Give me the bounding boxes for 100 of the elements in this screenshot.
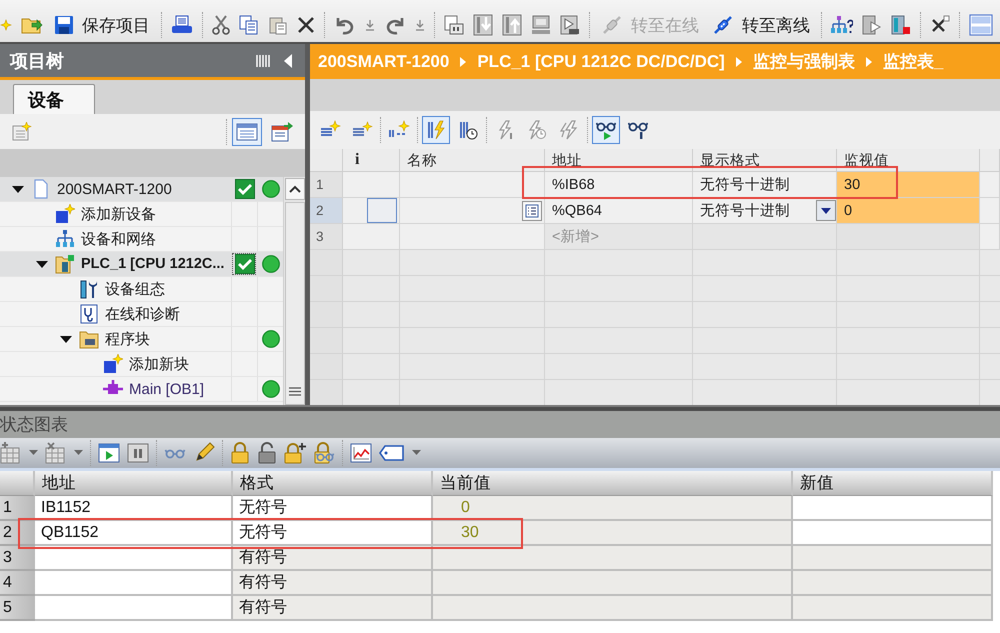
row-number: 1 <box>0 496 35 521</box>
row-number: 3 <box>310 224 343 250</box>
tag-icon[interactable] <box>379 445 405 461</box>
tree-item[interactable]: 添加新块 <box>0 352 283 377</box>
save-project-button[interactable]: 保存项目 <box>52 10 152 40</box>
breadcrumb-arrow-icon <box>736 56 742 66</box>
plug-icon[interactable] <box>712 14 734 36</box>
pause-icon[interactable] <box>127 443 149 463</box>
selection-frame <box>367 198 397 223</box>
tree-item[interactable]: 添加新设备 <box>0 202 283 227</box>
address-cell[interactable] <box>35 596 233 621</box>
columns-icon[interactable] <box>255 52 271 68</box>
tree-item[interactable]: 200SMART-1200 <box>0 177 283 202</box>
format-cell[interactable] <box>693 224 837 250</box>
go-offline-button[interactable]: 转至离线 <box>710 10 812 40</box>
format-cell[interactable]: 无符号十进制 <box>693 198 837 224</box>
tree-item[interactable]: PLC_1 [CPU 1212C... <box>0 252 283 277</box>
panel-title: 状态图表 <box>0 414 68 436</box>
play-icon[interactable] <box>98 443 120 463</box>
new-value-cell[interactable] <box>793 546 993 571</box>
table-row[interactable]: 3 有符号 <box>0 546 993 571</box>
lightning-icon <box>426 120 446 140</box>
tree-item[interactable]: 设备和网络 <box>0 227 283 252</box>
lightning-button[interactable] <box>422 116 450 144</box>
redo-icon[interactable] <box>384 15 406 35</box>
caret-up-icon[interactable] <box>289 185 301 193</box>
new-value-cell[interactable] <box>793 596 993 621</box>
caret-icon[interactable] <box>29 450 38 456</box>
collapse-arrow-icon[interactable] <box>283 52 293 68</box>
scroll-up-button[interactable] <box>285 178 305 200</box>
tab[interactable]: 设备 <box>13 84 95 114</box>
format-cell[interactable]: 无符号 <box>233 521 433 546</box>
table-row[interactable]: 2 QB1152 无符号 30 <box>0 521 993 546</box>
glasses-play-button[interactable] <box>592 116 620 144</box>
panel-stop-icon[interactable] <box>891 15 911 35</box>
dropdown-button[interactable] <box>816 200 836 221</box>
address-cell[interactable] <box>35 571 233 596</box>
table-row[interactable]: 1 %IB68 无符号十进制 30 <box>310 172 1000 198</box>
cut-icon[interactable] <box>212 15 230 35</box>
device-folder-icon <box>55 254 75 274</box>
table-view-button[interactable] <box>232 118 262 146</box>
network-icon <box>55 229 75 249</box>
print-icon[interactable] <box>171 15 193 35</box>
lock-icon[interactable] <box>230 442 250 464</box>
expander-icon[interactable] <box>12 183 24 195</box>
new-item-icon[interactable] <box>12 122 32 142</box>
save-icon[interactable] <box>54 15 74 35</box>
arrow-down-icon[interactable] <box>415 18 425 32</box>
download-icon[interactable] <box>473 14 493 36</box>
network-question-icon[interactable] <box>831 15 853 35</box>
delete-icon[interactable] <box>297 16 315 34</box>
caret-icon[interactable] <box>412 450 421 456</box>
table-row[interactable]: 5 有符号 <box>0 596 993 621</box>
tree-item[interactable]: Main [OB1] <box>0 377 283 402</box>
table-row[interactable]: 4 有符号 <box>0 571 993 596</box>
delete-row-icon[interactable] <box>45 442 67 464</box>
table-row[interactable]: 1 IB1152 无符号 0 <box>0 496 993 521</box>
address-cell[interactable] <box>35 546 233 571</box>
chart-icon[interactable] <box>350 443 372 463</box>
tree-item[interactable]: 在线和诊断 <box>0 302 283 327</box>
format-cell[interactable]: 有符号 <box>233 596 433 621</box>
split-window-icon[interactable] <box>969 14 993 36</box>
block-folder-icon <box>79 329 99 349</box>
table-row[interactable]: 2 %QB64 无符号十进制 0 <box>310 198 1000 224</box>
panel-play-icon[interactable] <box>560 15 580 35</box>
glasses-icon <box>628 120 648 140</box>
copy-icon[interactable] <box>239 15 259 35</box>
undo-icon[interactable] <box>334 15 356 35</box>
panel-title: 项目树 <box>10 50 65 72</box>
upload-icon[interactable] <box>502 14 522 36</box>
new-value-cell[interactable] <box>793 496 993 521</box>
panel-arrow-icon[interactable] <box>862 15 882 35</box>
insert-row-icon[interactable] <box>0 442 22 464</box>
list-button[interactable] <box>522 200 542 220</box>
format-cell[interactable]: 有符号 <box>233 546 433 571</box>
format-cell[interactable]: 无符号 <box>233 496 433 521</box>
address-cell[interactable]: QB1152 <box>35 521 233 546</box>
arrow-down-icon[interactable] <box>365 18 375 32</box>
expander-icon[interactable] <box>60 333 72 345</box>
glasses-play-icon <box>596 120 616 140</box>
new-value-cell[interactable] <box>793 571 993 596</box>
computer-icon[interactable] <box>531 15 551 35</box>
address-cell[interactable]: IB1152 <box>35 496 233 521</box>
lock-add-icon[interactable] <box>284 442 306 464</box>
documents-icon[interactable] <box>444 15 464 35</box>
expander-icon[interactable] <box>36 258 48 270</box>
format-cell[interactable]: 有符号 <box>233 571 433 596</box>
unlock-icon[interactable] <box>257 442 277 464</box>
lock-glasses-icon[interactable] <box>313 442 335 464</box>
paste-icon[interactable] <box>268 15 288 35</box>
tree-item[interactable]: 设备组态 <box>0 277 283 302</box>
table-row[interactable]: 3 <新增> <box>310 224 1000 250</box>
pencil-icon[interactable] <box>193 442 215 464</box>
scrollbar-thumb[interactable] <box>285 202 305 405</box>
grip-icon <box>289 387 301 396</box>
tree-item[interactable]: 程序块 <box>0 327 283 352</box>
caret-icon[interactable] <box>74 450 83 456</box>
row-number: 1 <box>310 172 343 198</box>
table-view-icon <box>236 122 258 140</box>
new-value-cell[interactable] <box>793 521 993 546</box>
